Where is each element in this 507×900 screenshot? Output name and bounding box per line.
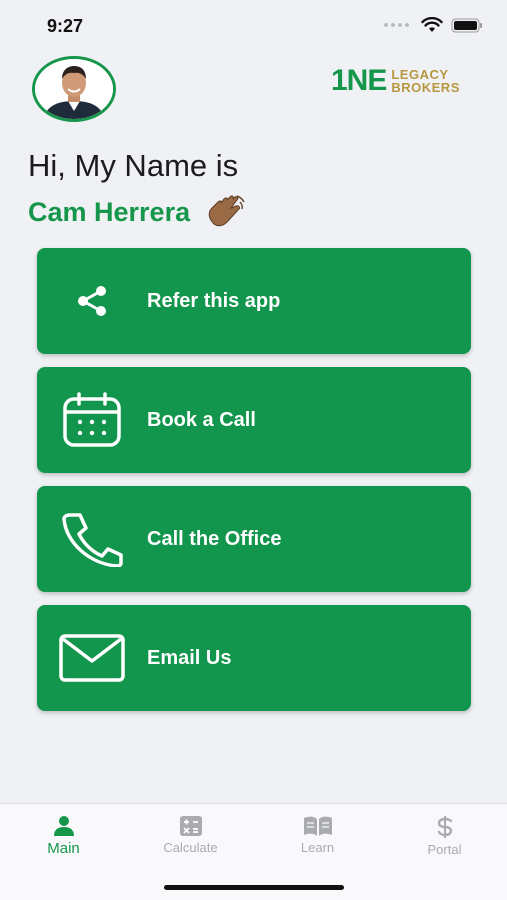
book-call-button[interactable]: Book a Call [37, 367, 471, 473]
call-office-label: Call the Office [147, 527, 282, 550]
phone-icon [62, 513, 123, 567]
refer-app-label: Refer this app [147, 289, 281, 312]
status-time: 9:27 [47, 16, 84, 36]
tab-calculate[interactable]: Calculate [127, 804, 254, 864]
tab-main-label: Main [47, 840, 80, 857]
logo-line-2: BROKERS [391, 80, 460, 95]
calendar-icon [63, 392, 121, 447]
logo-main: 1NE [331, 64, 387, 97]
battery-icon [451, 18, 482, 32]
wifi-icon [421, 17, 443, 32]
refer-app-button[interactable]: Refer this app [37, 248, 471, 354]
email-us-button[interactable]: Email Us [37, 605, 471, 711]
agent-name: Cam Herrera [28, 196, 191, 227]
person-icon [53, 816, 74, 836]
waving-hand-icon [208, 195, 245, 227]
greeting-intro: Hi, My Name is [28, 148, 239, 183]
book-call-label: Book a Call [147, 408, 256, 431]
logo-subtitle: LEGACY BROKERS [391, 68, 460, 94]
home-indicator[interactable] [164, 885, 344, 890]
status-bar: 9:27 [0, 0, 507, 54]
action-list: Refer this app Book a Call Call the Offi… [37, 248, 471, 724]
tab-learn[interactable]: Learn [254, 804, 381, 864]
book-icon [303, 816, 332, 836]
avatar [32, 56, 116, 122]
email-us-label: Email Us [147, 646, 232, 669]
name-row: Cam Herrera [28, 194, 246, 230]
company-logo: 1NE LEGACY BROKERS [331, 66, 460, 96]
envelope-icon [59, 634, 125, 682]
signal-dots-icon [384, 23, 409, 27]
calculator-icon [179, 816, 202, 836]
tab-main[interactable]: Main [0, 804, 127, 864]
share-icon [78, 286, 106, 316]
status-icons [384, 17, 483, 33]
call-office-button[interactable]: Call the Office [37, 486, 471, 592]
dollar-icon [437, 816, 452, 838]
profile-photo [35, 59, 113, 119]
tab-portal-label: Portal [427, 842, 462, 857]
tab-calculate-label: Calculate [163, 840, 218, 855]
tab-portal[interactable]: Portal [381, 804, 507, 864]
tab-learn-label: Learn [300, 840, 335, 855]
